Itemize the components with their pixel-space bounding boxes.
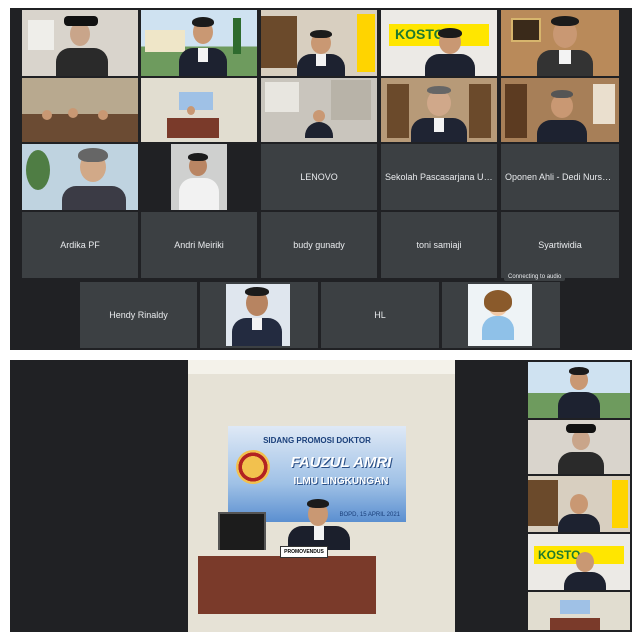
nameplate: PROMOVENDUS [280,546,328,558]
participant-tile-photo[interactable] [200,282,318,348]
video-tile-12[interactable] [141,144,257,210]
kosto-sign: KOSTO [538,548,581,562]
participant-name: Andri Meiriki [174,240,224,250]
banner-title: SIDANG PROMOSI DOKTOR [263,436,371,445]
side-tile-4[interactable]: KOSTO [528,534,630,590]
video-tile-10[interactable] [501,78,619,142]
side-tile-3[interactable] [528,476,630,532]
video-tile-2[interactable] [141,10,257,76]
video-tile-9[interactable] [381,78,497,142]
participant-name: HL [374,310,386,320]
participant-tile-avatar[interactable] [442,282,560,348]
video-tile-8[interactable] [261,78,377,142]
participant-tile-ardika[interactable]: Ardika PF [22,212,138,278]
participant-tile-pascasarjana[interactable]: Sekolah Pascasarjana Unpad [381,144,497,210]
participant-tile-budy[interactable]: budy gunady [261,212,377,278]
banner-name: FAUZUL AMRI [290,454,392,471]
banner-field: ILMU LINGKUNGAN [293,476,389,487]
video-tile-6[interactable] [22,78,138,142]
participant-name: Sekolah Pascasarjana Unpad [385,172,497,182]
side-participant-strip: KOSTO [528,362,630,630]
participant-tile-syartiwidia[interactable]: Syartiwidia [501,212,619,278]
participant-name: budy gunady [293,240,345,250]
video-tile-11[interactable] [22,144,138,210]
participant-name: Syartiwidia [538,240,582,250]
desk [198,556,376,614]
participant-name: Oponen Ahli - Dedi Nursya... [505,172,619,182]
banner-date: BOPD, 15 APRIL 2021 [339,512,400,518]
participant-name: LENOVO [300,172,338,182]
main-speaker-video[interactable]: SIDANG PROMOSI DOKTOR FAUZUL AMRI ILMU L… [188,360,455,632]
side-tile-5-active[interactable] [528,592,630,630]
side-tile-2[interactable] [528,420,630,474]
participant-name: toni samiaji [416,240,462,250]
video-tile-1[interactable] [22,10,138,76]
meeting-grid-top: KOSTO LENOVO Sekolah Pascasarjana Unpad … [10,8,632,350]
video-tile-5[interactable] [501,10,619,76]
participant-tile-oponen[interactable]: Oponen Ahli - Dedi Nursya... [501,144,619,210]
video-tile-7-active-speaker[interactable] [141,78,257,142]
participant-name: Ardika PF [60,240,100,250]
video-tile-4[interactable]: KOSTO [381,10,497,76]
side-tile-1[interactable] [528,362,630,418]
speaker-view: SIDANG PROMOSI DOKTOR FAUZUL AMRI ILMU L… [10,360,632,632]
participant-tile-hendy[interactable]: Hendy Rinaldy [80,282,197,348]
participant-name: Hendy Rinaldy [109,310,168,320]
participant-tile-toni[interactable]: toni samiaji [381,212,497,278]
participant-tile-lenovo[interactable]: LENOVO [261,144,377,210]
connecting-audio-toast: Connecting to audio [504,273,566,281]
participant-tile-andri[interactable]: Andri Meiriki [141,212,257,278]
university-logo [236,450,270,484]
participant-tile-hl[interactable]: HL [321,282,439,348]
laptop [218,512,266,552]
video-tile-3[interactable] [261,10,377,76]
